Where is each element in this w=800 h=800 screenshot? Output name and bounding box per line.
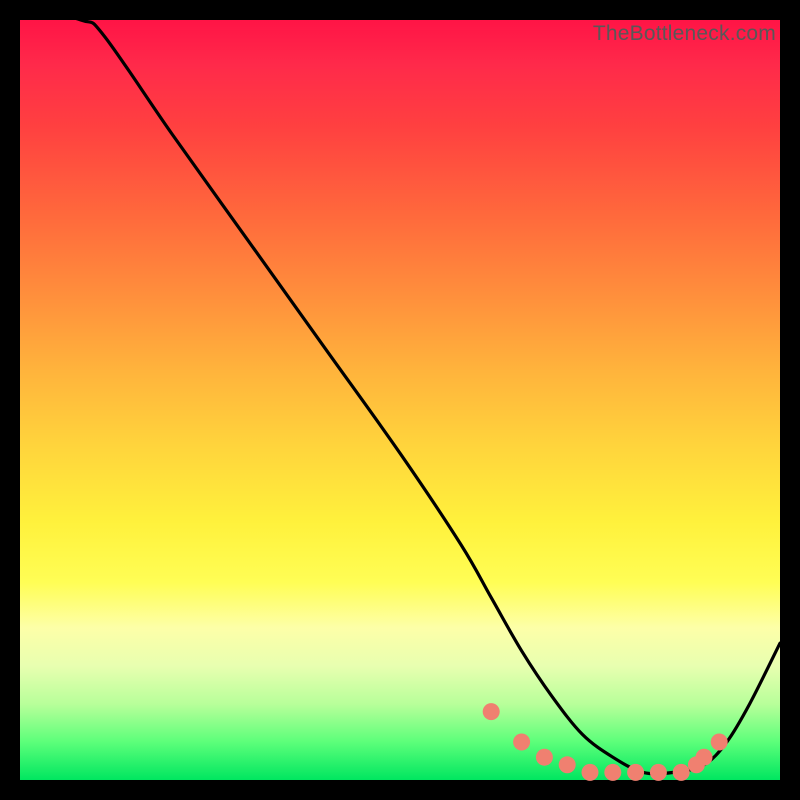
chart-frame: TheBottleneck.com — [0, 0, 800, 800]
plot-area: TheBottleneck.com — [20, 20, 780, 780]
curve-marker — [513, 734, 530, 751]
curve-marker — [650, 764, 667, 781]
curve-marker — [582, 764, 599, 781]
curve-marker — [711, 734, 728, 751]
marker-group — [483, 703, 728, 781]
curve-marker — [696, 749, 713, 766]
curve-marker — [673, 764, 690, 781]
chart-overlay — [20, 20, 780, 780]
bottleneck-curve — [20, 5, 780, 774]
curve-marker — [627, 764, 644, 781]
curve-marker — [536, 749, 553, 766]
curve-marker — [604, 764, 621, 781]
curve-marker — [559, 756, 576, 773]
curve-marker — [483, 703, 500, 720]
